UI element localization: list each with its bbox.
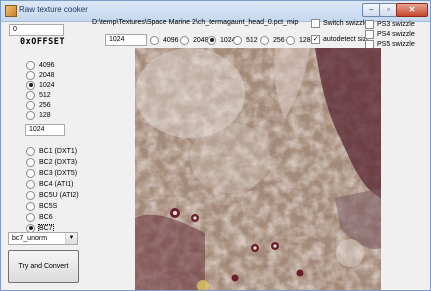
try-and-convert-button[interactable]: Try and Convert: [8, 250, 79, 283]
client-area: 0 0xOFFSET 4096 2048 1024 512 256 128 1024 BC…: [4, 18, 427, 290]
autodetect-size-checkbox[interactable]: ✓ autodetect size: [311, 34, 370, 44]
offset-label: 0xOFFSET: [20, 37, 65, 47]
window-title: Raw texture cooker: [19, 5, 88, 14]
format-radio-bc5u[interactable]: BC5U (ATI2): [26, 190, 79, 200]
top-size-radio-256[interactable]: 256: [260, 35, 285, 45]
radio-icon: [26, 157, 35, 167]
size-radio-4096[interactable]: 4096: [26, 60, 55, 70]
radio-icon: [180, 35, 189, 45]
radio-icon: [26, 168, 35, 178]
checkbox-icon: [365, 19, 374, 29]
size-radio-512[interactable]: 512: [26, 90, 51, 100]
radio-icon: [26, 80, 35, 90]
radio-icon: [286, 35, 295, 45]
radio-icon: [26, 100, 35, 110]
format-radio-bc6[interactable]: BC6: [26, 212, 53, 222]
close-button[interactable]: ✕: [396, 3, 428, 17]
chevron-down-icon: ▼: [65, 233, 77, 244]
ps4-swizzle-checkbox[interactable]: PS4 swizzle: [365, 29, 415, 39]
switch-swizzle-checkbox[interactable]: Switch swizzle: [311, 18, 368, 28]
file-path: D:\temp\Textures\Space Marine 2\ch_terma…: [92, 19, 299, 26]
format-radio-bc2[interactable]: BC2 (DXT3): [26, 157, 77, 167]
radio-icon: [26, 110, 35, 120]
radio-icon: [207, 35, 216, 45]
checkmark-icon: ✓: [311, 34, 320, 44]
radio-icon: [150, 35, 159, 45]
radio-icon: [260, 35, 269, 45]
radio-icon: [233, 35, 242, 45]
size-input[interactable]: 1024: [25, 124, 65, 136]
format-combo[interactable]: bc7_unorm ▼: [8, 232, 78, 245]
texture-image: [135, 48, 381, 290]
radio-icon: [26, 179, 35, 189]
top-size-input[interactable]: 1024: [105, 34, 147, 46]
size-radio-256[interactable]: 256: [26, 100, 51, 110]
app-icon: [5, 5, 17, 17]
format-radio-bc5s[interactable]: BC5S: [26, 201, 57, 211]
radio-icon: [26, 70, 35, 80]
format-radio-bc1[interactable]: BC1 (DXT1): [26, 146, 77, 156]
size-radio-2048[interactable]: 2048: [26, 70, 55, 80]
format-radio-bc3[interactable]: BC3 (DXT5): [26, 168, 77, 178]
ps3-swizzle-checkbox[interactable]: PS3 swizzle: [365, 19, 415, 29]
top-size-radio-4096[interactable]: 4096: [150, 35, 179, 45]
top-size-radio-512[interactable]: 512: [233, 35, 258, 45]
top-size-radio-2048[interactable]: 2048: [180, 35, 209, 45]
radio-icon: [26, 201, 35, 211]
size-radio-1024[interactable]: 1024: [26, 80, 55, 90]
top-size-radio-128[interactable]: 128: [286, 35, 311, 45]
radio-icon: [26, 212, 35, 222]
offset-input[interactable]: 0: [9, 24, 64, 36]
radio-icon: [26, 90, 35, 100]
radio-icon: [26, 190, 35, 200]
radio-icon: [26, 60, 35, 70]
radio-icon: [26, 146, 35, 156]
format-radio-bc4[interactable]: BC4 (ATI1): [26, 179, 74, 189]
checkbox-icon: [365, 29, 374, 39]
app-window: Raw texture cooker – ▫ ✕ 0 0xOFFSET 4096…: [0, 0, 431, 291]
checkbox-icon: [311, 18, 320, 28]
top-size-radio-1024[interactable]: 1024: [207, 35, 236, 45]
texture-preview: [135, 48, 381, 290]
size-radio-128[interactable]: 128: [26, 110, 51, 120]
